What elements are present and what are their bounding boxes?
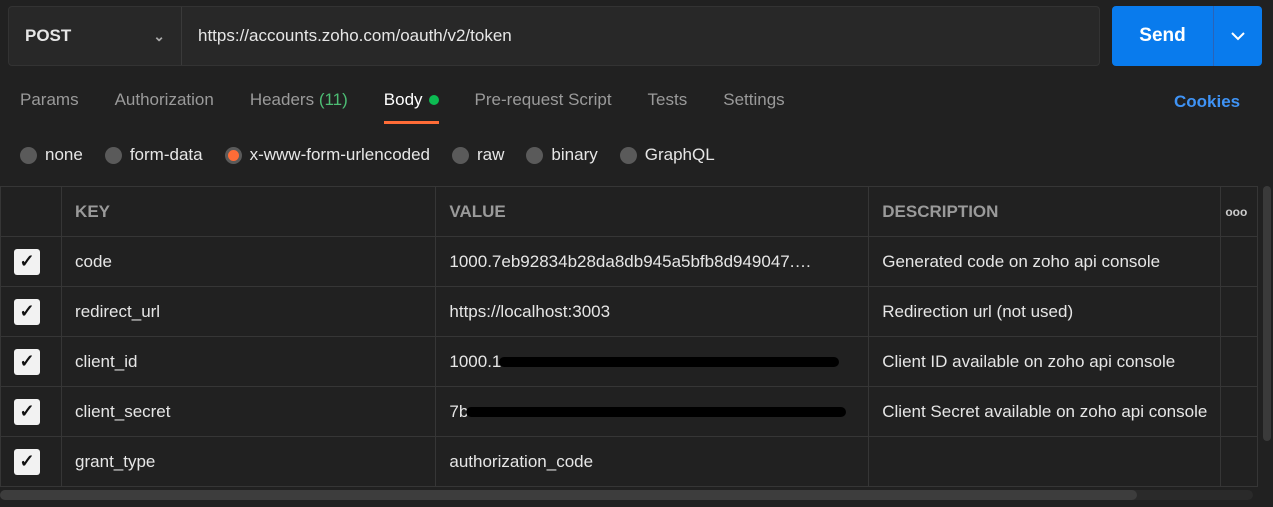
- send-button-group: Send: [1112, 6, 1262, 66]
- checkbox-cell: ✓: [0, 386, 63, 437]
- key-cell[interactable]: grant_type: [61, 436, 437, 487]
- table-row: ✓ client_secret 7b Client Secret availab…: [0, 386, 1258, 437]
- radio-icon: [619, 146, 637, 164]
- checkbox[interactable]: ✓: [14, 298, 40, 325]
- headers-count: (11): [318, 90, 348, 109]
- tab-headers[interactable]: Headers (11): [250, 90, 348, 124]
- tab-tests[interactable]: Tests: [648, 90, 688, 124]
- key-cell[interactable]: client_secret: [61, 386, 437, 437]
- description-cell[interactable]: Client ID available on zoho api console: [868, 336, 1222, 387]
- key-cell[interactable]: code: [61, 236, 437, 287]
- value-text: 1000.1: [449, 351, 502, 371]
- url-bar: POST ⌄ https://accounts.zoho.com/oauth/v2…: [8, 6, 1100, 66]
- radio-none[interactable]: none: [20, 145, 83, 165]
- tab-authorization[interactable]: Authorization: [115, 90, 214, 124]
- horizontal-scrollbar[interactable]: [0, 490, 1253, 500]
- value-cell[interactable]: https://localhost:3003: [435, 286, 870, 337]
- radio-x-www-form-urlencoded[interactable]: x-www-form-urlencoded: [224, 145, 431, 165]
- radio-form-data[interactable]: form-data: [104, 145, 203, 165]
- header-description: DESCRIPTION: [868, 186, 1222, 237]
- radio-selected-icon: [224, 146, 242, 164]
- table-row: ✓ code 1000.7eb92834b28da8db945a5bfb8d94…: [0, 236, 1258, 287]
- body-type-radios: none form-data x-www-form-urlencoded raw…: [20, 145, 715, 165]
- scrollbar-thumb[interactable]: [0, 490, 1137, 500]
- description-cell[interactable]: Generated code on zoho api console: [868, 236, 1222, 287]
- method-select[interactable]: POST ⌄: [9, 7, 182, 65]
- tab-label: Headers: [249, 90, 315, 109]
- empty-cell: [1220, 236, 1258, 287]
- redaction-mark: [466, 407, 847, 418]
- params-table: KEY VALUE DESCRIPTION ooo ✓ code 1000.7e…: [0, 186, 1258, 487]
- value-cell[interactable]: 1000.1: [435, 336, 870, 387]
- checkbox[interactable]: ✓: [14, 248, 40, 275]
- header-value: VALUE: [435, 186, 870, 237]
- radio-raw[interactable]: raw: [452, 145, 504, 165]
- radio-label: GraphQL: [644, 145, 715, 164]
- tab-params[interactable]: Params: [20, 90, 79, 124]
- method-label: POST: [25, 26, 72, 45]
- vertical-scrollbar[interactable]: [1263, 186, 1271, 441]
- more-options-button[interactable]: ooo: [1220, 186, 1258, 237]
- key-cell[interactable]: redirect_url: [61, 286, 437, 337]
- checkbox-cell: ✓: [0, 336, 63, 387]
- description-cell[interactable]: Redirection url (not used): [868, 286, 1222, 337]
- table-row: ✓ client_id 1000.1 Client ID available o…: [0, 336, 1258, 387]
- redaction-mark: [499, 357, 840, 368]
- radio-graphql[interactable]: GraphQL: [619, 145, 715, 165]
- radio-label: form-data: [129, 145, 203, 164]
- send-options-button[interactable]: [1214, 6, 1262, 66]
- radio-icon: [526, 146, 544, 164]
- checkbox-cell: ✓: [0, 436, 63, 487]
- table-header: KEY VALUE DESCRIPTION ooo: [0, 186, 1258, 237]
- description-cell[interactable]: Client Secret available on zoho api cons…: [868, 386, 1222, 437]
- radio-label: raw: [477, 145, 505, 164]
- tab-body[interactable]: Body: [383, 90, 439, 124]
- checkbox[interactable]: ✓: [14, 398, 40, 425]
- radio-binary[interactable]: binary: [526, 145, 598, 165]
- empty-cell: [1220, 336, 1258, 387]
- checkbox[interactable]: ✓: [14, 348, 40, 375]
- radio-label: binary: [551, 145, 598, 164]
- table-row: ✓ redirect_url https://localhost:3003 Re…: [0, 286, 1258, 337]
- request-tabs: Params Authorization Headers (11) Body P…: [20, 90, 785, 124]
- checkbox-cell: ✓: [0, 286, 63, 337]
- chevron-down-icon: [1231, 32, 1245, 41]
- status-dot-icon: [428, 95, 439, 105]
- key-cell[interactable]: client_id: [61, 336, 437, 387]
- header-key: KEY: [61, 186, 437, 237]
- url-input[interactable]: https://accounts.zoho.com/oauth/v2/token: [182, 7, 512, 65]
- checkbox-cell: ✓: [0, 236, 63, 287]
- header-checkbox-col: [0, 186, 63, 237]
- tab-settings[interactable]: Settings: [723, 90, 784, 124]
- send-button[interactable]: Send: [1112, 6, 1214, 66]
- radio-label: none: [45, 145, 83, 164]
- radio-icon: [452, 146, 470, 164]
- cookies-link[interactable]: Cookies: [1174, 92, 1240, 112]
- description-cell[interactable]: [868, 436, 1222, 487]
- radio-icon: [20, 146, 37, 164]
- value-cell[interactable]: authorization_code: [435, 436, 870, 487]
- tab-pre-request-script[interactable]: Pre-request Script: [475, 90, 612, 124]
- tab-label: Body: [383, 90, 423, 109]
- chevron-down-icon: ⌄: [153, 27, 165, 44]
- empty-cell: [1220, 386, 1258, 437]
- empty-cell: [1220, 436, 1258, 487]
- table-row: ✓ grant_type authorization_code: [0, 436, 1258, 487]
- checkbox[interactable]: ✓: [14, 448, 40, 475]
- radio-icon: [104, 146, 122, 164]
- value-cell[interactable]: 7b: [435, 386, 870, 437]
- value-cell[interactable]: 1000.7eb92834b28da8db945a5bfb8d949047.…: [435, 236, 870, 287]
- empty-cell: [1220, 286, 1258, 337]
- radio-label: x-www-form-urlencoded: [249, 145, 431, 164]
